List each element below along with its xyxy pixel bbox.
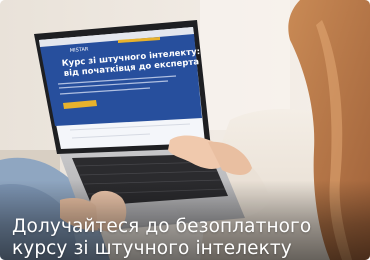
hero-photo: MISTAR Курс зі штучного інтелекту: від п…: [0, 0, 370, 260]
caption-line-1: Долучайтеся до безоплатного: [12, 216, 312, 237]
promo-caption: Долучайтеся до безоплатного курсу зі шту…: [12, 216, 360, 260]
caption-line-2: курсу зі штучного інтелекту: [12, 238, 292, 259]
